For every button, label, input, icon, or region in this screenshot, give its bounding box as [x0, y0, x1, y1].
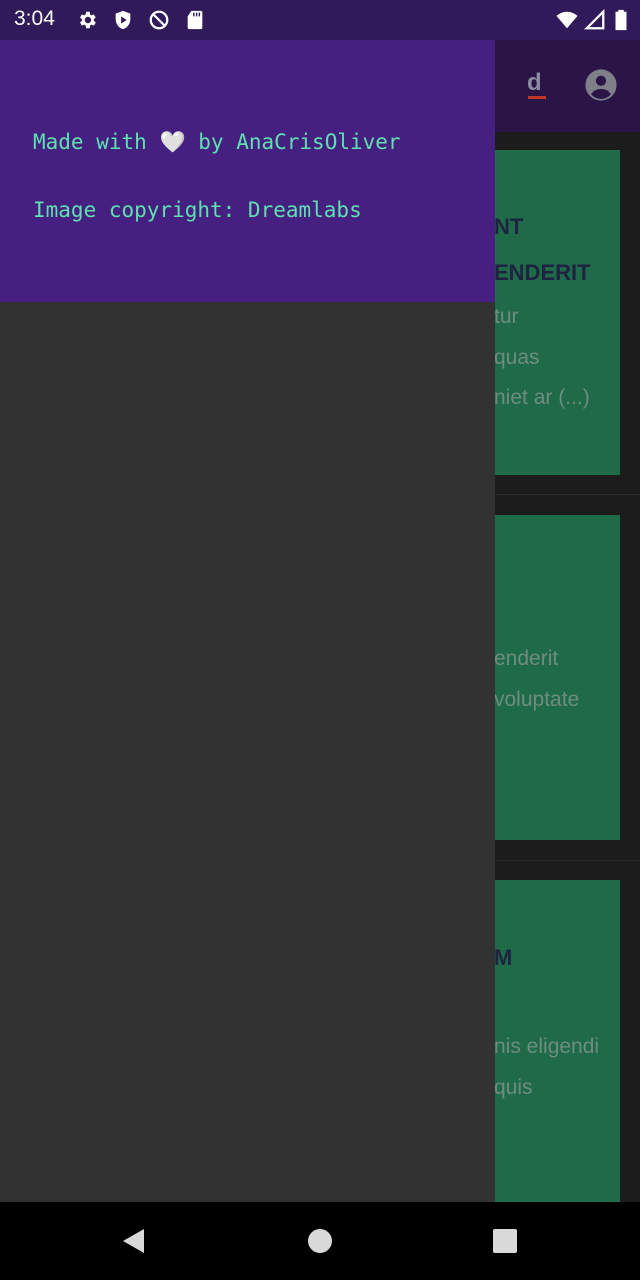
wifi-icon	[556, 11, 578, 29]
credit-suffix: by AnaCrisOliver	[198, 130, 401, 154]
card-text: voluptate	[494, 688, 580, 711]
drawer-header: Made with 🤍 by AnaCrisOliver Image copyr…	[0, 40, 495, 302]
card-text: nis eligendi	[494, 1035, 600, 1058]
divider	[480, 860, 640, 861]
heart-icon: 🤍	[159, 130, 186, 154]
do-not-disturb-icon	[149, 10, 169, 30]
card[interactable]: enderit voluptate	[480, 515, 620, 840]
card-title: M	[494, 945, 513, 970]
card-text: quas	[494, 346, 540, 369]
card[interactable]: NT ENDERIT tur quas niet ar (...)	[480, 150, 620, 475]
credit-text: Made with 🤍 by AnaCrisOliver	[33, 130, 401, 155]
divider	[480, 494, 640, 495]
svg-text:d: d	[527, 69, 542, 96]
status-time: 3:04	[14, 7, 55, 30]
card-text: niet ar (...)	[494, 386, 590, 409]
card-title: NT	[494, 214, 524, 239]
credit-prefix: Made with	[33, 130, 147, 154]
copyright-text: Image copyright: Dreamlabs	[33, 198, 362, 222]
navigation-drawer: Made with 🤍 by AnaCrisOliver Image copyr…	[0, 40, 495, 1202]
recents-icon[interactable]	[490, 1226, 520, 1256]
signal-icon	[584, 9, 605, 30]
card[interactable]: M nis eligendi quis	[480, 880, 620, 1202]
card-text: tur	[494, 305, 519, 328]
system-nav-bar	[0, 1202, 640, 1280]
card-title: ENDERIT	[494, 260, 591, 285]
battery-icon	[615, 9, 627, 31]
back-icon[interactable]	[118, 1226, 148, 1256]
home-icon[interactable]	[305, 1226, 335, 1256]
status-bar: 3:04	[0, 0, 640, 40]
app-logo-icon[interactable]: d	[524, 68, 550, 102]
card-text: quis	[494, 1076, 533, 1099]
play-shield-icon	[115, 10, 131, 30]
card-text: enderit	[494, 647, 559, 670]
gear-icon	[80, 11, 96, 29]
account-circle-icon[interactable]	[584, 68, 618, 102]
sd-card-icon	[187, 10, 203, 30]
